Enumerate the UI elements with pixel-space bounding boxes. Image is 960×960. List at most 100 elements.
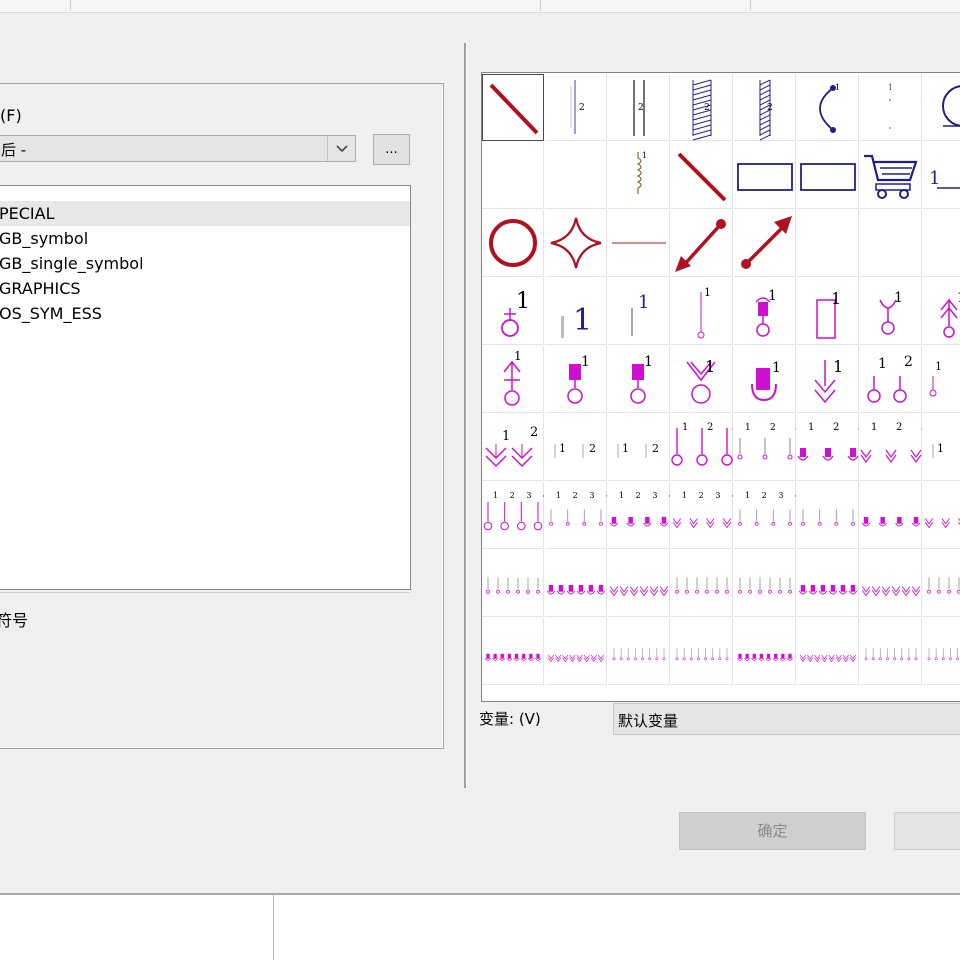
symbol-cell[interactable]: 1 <box>797 278 859 345</box>
symbol-cell[interactable]: 1 2 3 <box>797 414 859 481</box>
symbol-cell[interactable]: 12 <box>860 346 922 413</box>
symbol-cell[interactable]: 1 <box>482 346 544 413</box>
symbol-cell[interactable]: 1 <box>860 278 922 345</box>
list-item[interactable]: GB_single_symbol <box>0 251 410 276</box>
symbol-cell[interactable] <box>923 618 960 685</box>
symbol-cell[interactable]: 1 <box>923 346 960 413</box>
symbol-cell[interactable]: 1 <box>608 346 670 413</box>
symbol-cell[interactable] <box>797 618 859 685</box>
variant-combo[interactable]: 默认变量 <box>613 703 960 735</box>
list-item[interactable]: PECIAL <box>0 201 410 226</box>
symbol-cell[interactable] <box>671 210 733 277</box>
symbol-cell[interactable] <box>545 550 607 617</box>
symbol-cell[interactable] <box>734 618 796 685</box>
symbol-cell[interactable]: 1 <box>671 278 733 345</box>
symbol-cell[interactable] <box>482 142 544 209</box>
symbol-cell[interactable] <box>797 142 859 209</box>
symbol-cell[interactable] <box>797 210 859 277</box>
ok-button[interactable]: 确定 <box>679 812 866 850</box>
symbol-cell[interactable]: 1 2 3 <box>671 414 733 481</box>
symbol-cell[interactable] <box>860 482 922 549</box>
symbol-cell[interactable]: 2 <box>734 74 796 141</box>
symbol-cell[interactable]: 1 <box>923 142 960 209</box>
symbol-cell[interactable] <box>608 550 670 617</box>
symbol-cell[interactable]: 12 <box>923 414 960 481</box>
symbol-cell[interactable]: 12 <box>482 414 544 481</box>
symbol-cell[interactable]: 1 <box>545 346 607 413</box>
svg-text:1: 1 <box>935 360 942 373</box>
symbol-cell[interactable] <box>797 550 859 617</box>
symbol-cell[interactable] <box>734 210 796 277</box>
symbol-cell[interactable]: 12 <box>608 414 670 481</box>
symbol-cell[interactable] <box>482 74 544 141</box>
symbol-cell[interactable] <box>671 142 733 209</box>
chevron-down-icon[interactable] <box>335 142 349 156</box>
list-item[interactable]: GB_symbol <box>0 226 410 251</box>
symbol-cell[interactable]: 1 <box>797 346 859 413</box>
symbol-cell[interactable]: 1 <box>923 278 960 345</box>
symbol-cell[interactable]: 2 <box>545 74 607 141</box>
symbol-cell[interactable] <box>482 618 544 685</box>
symbol-cell[interactable] <box>860 210 922 277</box>
filled-rect-circle-icon: 1 <box>630 354 653 404</box>
list-item[interactable]: GRAPHICS <box>0 276 410 301</box>
cancel-button[interactable] <box>894 812 960 850</box>
symbol-cell[interactable]: 2 <box>608 74 670 141</box>
symbol-cell[interactable] <box>482 210 544 277</box>
symbol-cell[interactable] <box>671 618 733 685</box>
down-arrow-icon: 1 <box>814 357 843 404</box>
symbol-cell[interactable]: 1 <box>797 74 859 141</box>
eight-arrows-icon <box>547 654 605 663</box>
symbol-cell[interactable]: 2 <box>671 74 733 141</box>
symbol-cell[interactable]: 1 <box>482 278 544 345</box>
ground-circle-icon: 1 <box>501 289 530 337</box>
browse-button[interactable]: ... <box>373 134 410 165</box>
eight-pins-icon <box>864 648 918 661</box>
symbol-cell[interactable]: 1 <box>608 142 670 209</box>
svg-text:2: 2 <box>652 442 659 455</box>
svg-text:2: 2 <box>589 442 596 455</box>
symbol-cell[interactable] <box>923 482 960 549</box>
symbol-cell[interactable]: 1 <box>734 278 796 345</box>
symbol-cell[interactable] <box>734 142 796 209</box>
symbol-cell[interactable] <box>545 618 607 685</box>
four-cups-icon <box>861 517 921 527</box>
symbol-cell[interactable] <box>545 210 607 277</box>
symbol-cell[interactable]: 1 <box>671 346 733 413</box>
library-list[interactable]: PECIAL GB_symbol GB_single_symbol GRAPHI… <box>0 185 411 590</box>
symbol-cell[interactable]: 1 2 3 <box>734 414 796 481</box>
symbol-cell[interactable] <box>671 550 733 617</box>
list-item[interactable]: OS_SYM_ESS <box>0 301 410 326</box>
symbol-cell[interactable] <box>860 618 922 685</box>
symbol-cell[interactable]: 1 2 3 4 <box>734 482 796 549</box>
symbol-cell[interactable]: 1 <box>860 74 922 141</box>
symbol-cell[interactable] <box>734 550 796 617</box>
symbol-cell[interactable] <box>608 618 670 685</box>
symbol-cell[interactable]: 1 <box>734 346 796 413</box>
symbol-cell[interactable]: 1 2 3 4 <box>671 482 733 549</box>
symbol-grid[interactable]: 2222111111111111111111121121212123123123… <box>481 72 960 702</box>
symbol-cell[interactable]: 1 <box>608 278 670 345</box>
symbol-cell[interactable]: 1 2 3 4 <box>545 482 607 549</box>
svg-text:1: 1 <box>745 491 750 500</box>
symbol-cell[interactable]: 1 2 3 <box>860 414 922 481</box>
symbol-cell[interactable]: 1 <box>545 278 607 345</box>
symbol-cell[interactable]: 12 <box>545 414 607 481</box>
symbol-cell[interactable]: 1 2 3 4 <box>608 482 670 549</box>
library-file-combo[interactable]: 后 - <box>0 135 356 162</box>
symbol-cell[interactable] <box>482 550 544 617</box>
symbol-cell[interactable] <box>545 142 607 209</box>
symbol-cell[interactable] <box>797 482 859 549</box>
symbol-cell[interactable]: 1 2 3 4 <box>482 482 544 549</box>
symbol-cell[interactable] <box>860 550 922 617</box>
svg-text:1: 1 <box>493 491 498 500</box>
symbol-cell[interactable] <box>608 210 670 277</box>
symbol-cell[interactable] <box>860 142 922 209</box>
svg-text:1: 1 <box>644 354 653 370</box>
svg-text:3: 3 <box>526 491 531 500</box>
symbol-cell[interactable] <box>923 210 960 277</box>
svg-text:2: 2 <box>636 491 641 500</box>
six-cups-icon <box>546 585 606 595</box>
symbol-cell[interactable] <box>923 74 960 141</box>
symbol-cell[interactable] <box>923 550 960 617</box>
